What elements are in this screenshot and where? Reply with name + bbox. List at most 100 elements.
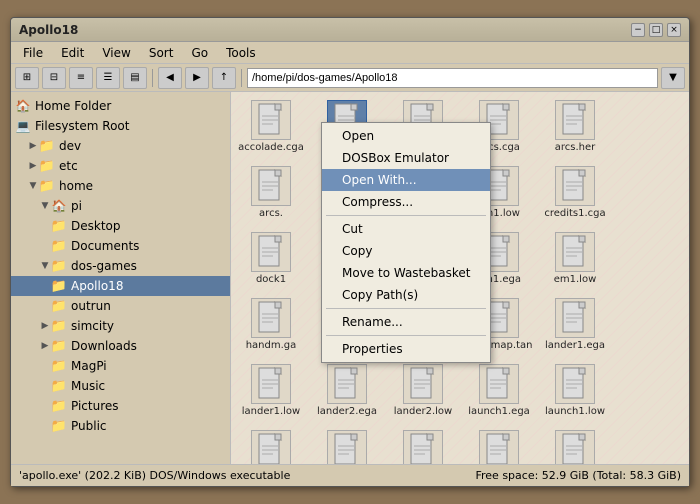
file-item[interactable]: lander1.ega	[539, 294, 611, 356]
magpi-label: MagPi	[71, 359, 107, 373]
ctx-rename[interactable]: Rename...	[322, 311, 490, 333]
sidebar-item-dos-games[interactable]: ▼ 📁 dos-games	[11, 256, 230, 276]
file-item[interactable]: mission1.cga	[235, 426, 307, 464]
expand-dos-icon[interactable]: ▼	[39, 260, 51, 272]
menu-edit[interactable]: Edit	[53, 44, 92, 62]
pi-home-icon: 🏠	[51, 198, 67, 214]
sidebar-item-home[interactable]: ▼ 📁 home	[11, 176, 230, 196]
sidebar-item-etc[interactable]: ▶ 📁 etc	[11, 156, 230, 176]
up-button[interactable]: ↑	[212, 67, 236, 89]
ctx-cut[interactable]: Cut	[322, 218, 490, 240]
desktop-icon: 📁	[51, 218, 67, 234]
menu-view[interactable]: View	[94, 44, 138, 62]
file-icon	[251, 364, 291, 404]
status-bar: 'apollo.exe' (202.2 KiB) DOS/Windows exe…	[11, 464, 689, 486]
file-item[interactable]: handm.ga	[235, 294, 307, 356]
file-item[interactable]: moonmen.ega	[387, 426, 459, 464]
file-item[interactable]: accolade.cga	[235, 96, 307, 158]
sidebar-item-simcity[interactable]: ▶ 📁 simcity	[11, 316, 230, 336]
file-icon	[403, 430, 443, 464]
file-item[interactable]: credits1.cga	[539, 162, 611, 224]
file-label: dock1	[256, 274, 286, 286]
ctx-sep-1	[326, 215, 486, 216]
list-view-button[interactable]: ≡	[69, 67, 93, 89]
apollo18-label: Apollo18	[71, 279, 123, 293]
expand-pi-icon[interactable]: ▼	[39, 200, 51, 212]
ctx-open-with[interactable]: Open With...	[322, 169, 490, 191]
ctx-move-wastebasket[interactable]: Move to Wastebasket	[322, 262, 490, 284]
menu-tools[interactable]: Tools	[218, 44, 264, 62]
sidebar-item-public[interactable]: 📁 Public	[11, 416, 230, 436]
ctx-copy-path[interactable]: Copy Path(s)	[322, 284, 490, 306]
home-folder-label: Home Folder	[35, 99, 111, 113]
expand-home-icon[interactable]: ▼	[27, 180, 39, 192]
icon-large-view-button[interactable]: ⊟	[42, 67, 66, 89]
menu-file[interactable]: File	[15, 44, 51, 62]
file-item[interactable]: arcs.	[235, 162, 307, 224]
file-label: arcs.	[259, 208, 283, 220]
address-bar[interactable]	[247, 68, 658, 88]
file-item[interactable]: dock1	[235, 228, 307, 290]
ctx-copy[interactable]: Copy	[322, 240, 490, 262]
expand-dev-icon[interactable]: ▶	[27, 140, 39, 152]
sidebar-item-magpi[interactable]: 📁 MagPi	[11, 356, 230, 376]
menu-go[interactable]: Go	[183, 44, 216, 62]
file-item[interactable]: lander2.ega	[311, 360, 383, 422]
expand-downloads-icon[interactable]: ▶	[39, 340, 51, 352]
file-icon	[327, 364, 367, 404]
close-button[interactable]: ×	[667, 23, 681, 37]
file-item[interactable]: moonmen.her	[463, 426, 535, 464]
compact-view-button[interactable]: ▤	[123, 67, 147, 89]
simcity-icon: 📁	[51, 318, 67, 334]
pi-label: pi	[71, 199, 82, 213]
ctx-dosbox[interactable]: DOSBox Emulator	[322, 147, 490, 169]
maximize-button[interactable]: □	[649, 23, 663, 37]
icon-small-view-button[interactable]: ⊞	[15, 67, 39, 89]
refresh-button[interactable]: ▼	[661, 67, 685, 89]
status-right: Free space: 52.9 GiB (Total: 58.3 GiB)	[475, 469, 681, 482]
sidebar-item-apollo18[interactable]: 📁 Apollo18	[11, 276, 230, 296]
sidebar-item-dev[interactable]: ▶ 📁 dev	[11, 136, 230, 156]
detail-view-button[interactable]: ☰	[96, 67, 120, 89]
file-item[interactable]: lander1.low	[235, 360, 307, 422]
sidebar-item-music[interactable]: 📁 Music	[11, 376, 230, 396]
expand-etc-icon[interactable]: ▶	[27, 160, 39, 172]
file-item[interactable]: launch1.low	[539, 360, 611, 422]
file-icon	[555, 100, 595, 140]
title-bar: Apollo18 − □ ×	[11, 18, 689, 42]
file-label: accolade.cga	[238, 142, 304, 154]
pictures-icon: 📁	[51, 398, 67, 414]
sidebar-item-home-folder[interactable]: 🏠 Home Folder	[11, 96, 230, 116]
forward-button[interactable]: ▶	[185, 67, 209, 89]
file-item[interactable]: launch1.ega	[463, 360, 535, 422]
ctx-open[interactable]: Open	[322, 125, 490, 147]
sidebar-item-downloads[interactable]: ▶ 📁 Downloads	[11, 336, 230, 356]
sidebar-item-pi[interactable]: ▼ 🏠 pi	[11, 196, 230, 216]
file-item[interactable]: lander2.low	[387, 360, 459, 422]
ctx-properties[interactable]: Properties	[322, 338, 490, 360]
file-label: handm.ga	[246, 340, 297, 352]
file-label: em1.low	[554, 274, 597, 286]
sidebar-item-documents[interactable]: 📁 Documents	[11, 236, 230, 256]
ctx-compress[interactable]: Compress...	[322, 191, 490, 213]
separator-2	[241, 69, 242, 87]
file-item[interactable]: moonmen.cga	[311, 426, 383, 464]
menu-sort[interactable]: Sort	[141, 44, 182, 62]
sidebar-item-outrun[interactable]: 📁 outrun	[11, 296, 230, 316]
file-item[interactable]: arcs.her	[539, 96, 611, 158]
file-icon	[251, 100, 291, 140]
file-label: arcs.her	[555, 142, 596, 154]
sidebar-item-desktop[interactable]: 📁 Desktop	[11, 216, 230, 236]
expand-simcity-icon[interactable]: ▶	[39, 320, 51, 332]
file-manager-window: Apollo18 − □ × File Edit View Sort Go To…	[10, 17, 690, 487]
sidebar-item-pictures[interactable]: 📁 Pictures	[11, 396, 230, 416]
back-button[interactable]: ◀	[158, 67, 182, 89]
dev-label: dev	[59, 139, 81, 153]
sidebar-item-filesystem-root[interactable]: 💻 Filesystem Root	[11, 116, 230, 136]
minimize-button[interactable]: −	[631, 23, 645, 37]
window-title: Apollo18	[19, 23, 78, 37]
file-item[interactable]: moonmen.low	[539, 426, 611, 464]
file-item[interactable]: em1.low	[539, 228, 611, 290]
music-icon: 📁	[51, 378, 67, 394]
desktop-label: Desktop	[71, 219, 121, 233]
